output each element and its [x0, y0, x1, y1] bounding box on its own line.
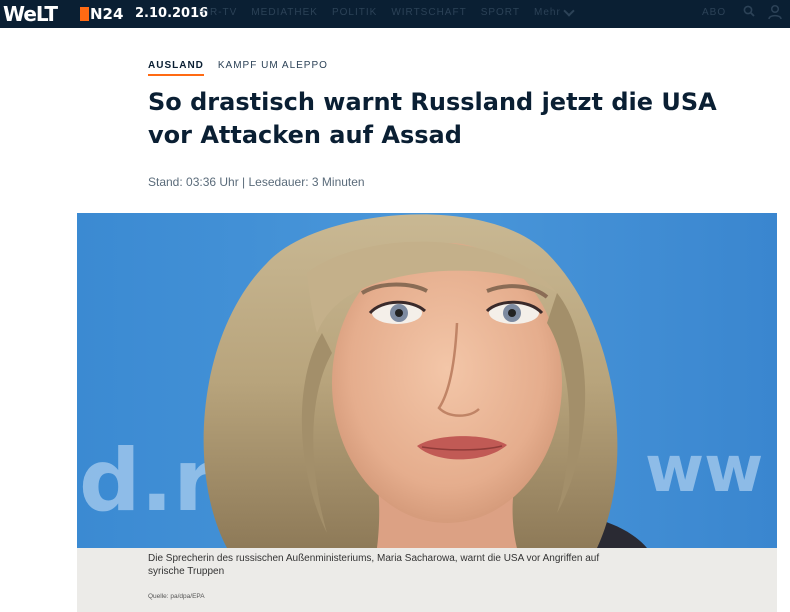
svg-text:ww: ww [645, 433, 763, 507]
nav-more-button[interactable]: Mehr [534, 5, 575, 20]
nav-item-politik[interactable]: Politik [332, 6, 377, 20]
user-icon[interactable] [768, 4, 782, 20]
abo-link[interactable]: ABO [702, 6, 726, 20]
article-kicker: AUSLAND KAMPF UM ALEPPO [148, 60, 328, 76]
article-hero-image[interactable]: d.r ww [77, 213, 777, 548]
portrait-photo: d.r ww [77, 213, 777, 548]
nav-item-mediathek[interactable]: Mediathek [251, 6, 318, 20]
caption-line-1: Die Sprecherin des russischen Außenminis… [148, 553, 600, 564]
n24-logo-mark [80, 7, 89, 21]
nav-item-wirtschaft[interactable]: Wirtschaft [391, 6, 466, 20]
nav-more-label: Mehr [534, 7, 561, 18]
nav-item-hir-tv[interactable]: Hir-TV [198, 6, 237, 20]
top-bar: WeLT N24 2.10.2016 Hir-TV Mediathek Poli… [0, 0, 790, 28]
welt-logo[interactable]: WeLT [3, 3, 58, 25]
rubric-link[interactable]: AUSLAND [148, 60, 204, 76]
svg-text:d.r: d.r [79, 431, 216, 531]
image-caption: Die Sprecherin des russischen Außenminis… [148, 552, 748, 578]
n24-logo[interactable]: N24 [80, 4, 123, 24]
caption-line-2: syrische Truppen [148, 566, 225, 577]
image-credit: Quelle: pa/dpa/EPA [148, 593, 205, 600]
search-icon[interactable] [743, 5, 755, 17]
nav-item-sport[interactable]: Sport [481, 6, 520, 20]
headline-line-1: So drastisch warnt Russland jetzt die US… [148, 88, 717, 116]
chevron-down-icon [563, 5, 575, 17]
topic-link[interactable]: KAMPF UM ALEPPO [218, 60, 328, 72]
main-nav: Hir-TV Mediathek Politik Wirtschaft Spor… [198, 6, 520, 20]
article-headline: So drastisch warnt Russland jetzt die US… [148, 86, 748, 152]
article-meta: Stand: 03:36 Uhr | Lesedauer: 3 Minuten [148, 175, 365, 189]
n24-logo-text: N24 [90, 5, 124, 23]
headline-line-2: vor Attacken auf Assad [148, 121, 462, 149]
